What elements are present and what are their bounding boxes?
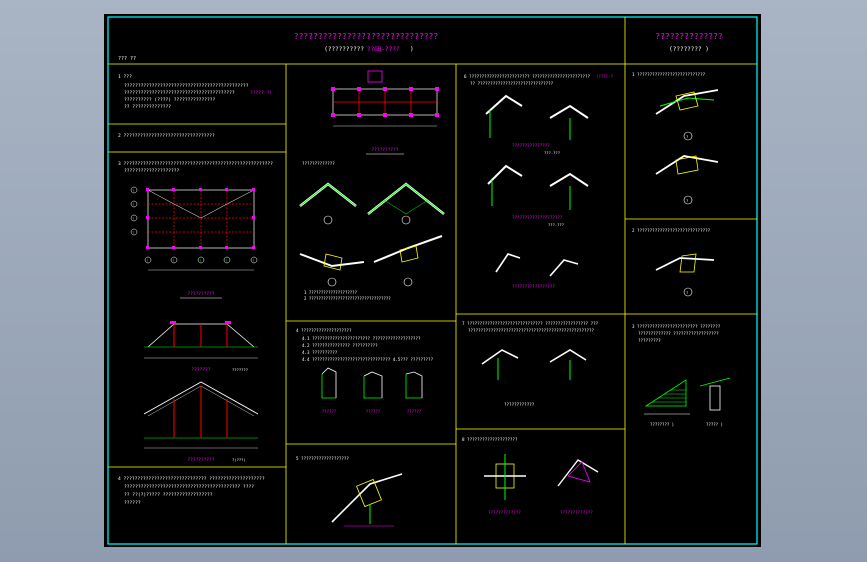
s1-line-2: ?????????? (????) ???????????????	[124, 97, 216, 103]
sheet-subtitle-left: (??????????	[324, 46, 364, 53]
left-elevation-1: ??????? ???????	[144, 321, 258, 373]
col2-s5-header: 5 ???????????????????	[296, 456, 349, 461]
s4-line-0: 4 ?????????????????????????????? ???????…	[118, 476, 265, 482]
col4-s1-details	[655, 89, 719, 205]
left-elev2-caption: ??????????	[187, 457, 214, 463]
drawing-sheet[interactable]: ?????????????????????????????? (????????…	[104, 14, 761, 547]
s1-mark: ?????-?)	[250, 90, 272, 96]
col3-s7-sub: ????????????????????????????????????????…	[468, 328, 595, 333]
drawing-canvas: ?????????????????????????????? (????????…	[107, 16, 758, 545]
col2-note-0: 1 ????????????????????	[304, 290, 358, 295]
col3-caption-3: ?????????????????	[512, 284, 555, 289]
col4-caption-2: ????? )	[706, 422, 723, 427]
sheet-tag: ??? ??	[118, 56, 136, 62]
col2-mid-text: ?????????????	[302, 161, 335, 166]
col4-s3-line-1: ????????????? ??????????????????	[638, 331, 719, 336]
left-elev1-caption: ???????	[192, 367, 211, 373]
s2-text: 2 ?????????????????????????????????	[118, 133, 215, 139]
col3-s8-details	[484, 454, 599, 500]
col4-label-0: ?	[686, 134, 688, 139]
right-header-title: ??????????????	[655, 32, 723, 41]
col2-s4-line-0: 4.1 ??????????????????????? ????????????…	[302, 336, 421, 341]
s3-line-1: ????????????????????	[124, 168, 180, 174]
plan-row-label-2: ?	[132, 216, 134, 221]
plan-col-label-2: ?	[199, 258, 201, 263]
col4-s2-detail	[655, 253, 715, 297]
s1-line-3: ?? ??????????????	[124, 104, 171, 110]
col2-detail-caption-0: ??????	[322, 409, 337, 414]
plan-row-label-0: ?	[132, 188, 134, 193]
col3-s6-details	[485, 94, 589, 277]
s4-line-3: ??????	[124, 500, 141, 506]
s1-line-0: ????????????????????????????????????????…	[124, 83, 249, 89]
col2-s4-line-2: 4.3 ??????????	[302, 350, 338, 355]
col3-caption-1: ???????????????	[512, 143, 550, 148]
left-col-text: 1 ??? ??????????????????????????????????…	[118, 74, 273, 506]
left-elevation-2: ?????????? ?(???)	[143, 381, 259, 463]
right-header-sub: (???????? )	[669, 46, 709, 53]
col4-s3-line-2: ?????????	[638, 338, 661, 343]
left-elev1-ratio: ???????	[232, 367, 248, 372]
col4-s3-line-0: 3 ???????????????????????? ????????	[632, 324, 721, 329]
col4-label-1: ?	[686, 198, 688, 203]
plan-col-label-0: ?	[146, 258, 148, 263]
plan-row-label-3: ?	[132, 230, 134, 235]
col4-caption-1: ???????? )	[650, 422, 674, 427]
sheet-title: ??????????????????????????????	[294, 32, 439, 41]
s1-line-1: ????????????????????????????????????????	[124, 90, 235, 96]
col4-label-2: ?	[686, 290, 688, 295]
left-plan-caption: ??????????	[187, 291, 214, 297]
s4-line-2: ?? ??(?)????? ??????????????????	[124, 492, 213, 498]
left-plan-drawing: ? ? ? ? ? ? ? ? ? ??????????	[130, 186, 258, 299]
col3-s7-details	[481, 349, 587, 380]
col2-plan-caption: ??????????	[371, 147, 398, 153]
sheet-subtitle-right: )	[410, 46, 414, 53]
col3-s7-note: ????????????	[504, 402, 535, 407]
col2-detail-caption-1: ??????	[366, 409, 381, 414]
col4-s1-header: 1 ???????????????????????????	[632, 72, 706, 77]
col3-caption-b: ?????????????	[560, 510, 593, 515]
col3-s6-mark: (???)-?	[596, 74, 613, 79]
col4-s2-header: 2 ?????????????????????????????	[632, 228, 711, 233]
cad-viewport[interactable]: ?????????????????????????????? (????????…	[0, 0, 867, 562]
col3-s7-header: 7 ?????????????????????????????? ???????…	[462, 321, 599, 326]
col2-note-1: 2 ??????????????????????????????????	[304, 296, 391, 301]
sheet-border	[107, 16, 758, 545]
col3-s8-header: 8 ????????????????????	[462, 437, 518, 442]
col4-s3-details	[644, 377, 731, 415]
col2-s5-detail	[331, 473, 403, 527]
sheet-subtitle-mid: ??GB-????	[367, 46, 400, 53]
left-elev2-ratio: ?(???)	[232, 457, 246, 462]
col2-s4-header: 4 ????????????????????	[296, 328, 352, 333]
s4-line-1: ????????????????????????????????????????…	[124, 484, 254, 490]
col3-caption-1-mark: ???-???	[544, 150, 560, 155]
plan-col-label-3: ?	[225, 258, 227, 263]
col2-ridge-details: 1 ???????????????????? 2 ???????????????…	[299, 182, 445, 301]
plan-col-label-1: ?	[172, 258, 174, 263]
frame-grid	[108, 17, 757, 544]
col3-caption-2-mark: ???-???	[548, 222, 564, 227]
s1-num: 1 ???	[118, 74, 132, 80]
col2-detail-caption-2: ??????	[407, 409, 422, 414]
col3-s6-header: 6 ???????????????????????? ?????????????…	[464, 74, 591, 79]
plan-row-label-1: ?	[132, 202, 134, 207]
col3-s6-sub: ?? ??????????????????????????????	[470, 81, 554, 86]
col2-plan-drawing: ?????????? ?????????????	[302, 70, 439, 166]
col3-caption-a: ?????????????	[488, 510, 521, 515]
s3-line-0: 3 ??????????????????????????????????????…	[118, 161, 273, 167]
col2-s4-line-3: 4.4 ??????????????????????????????? 4.5?…	[302, 357, 434, 362]
plan-col-label-4: ?	[252, 258, 254, 263]
col2-s4-line-1: 4.2 ??????????????? ??????????	[302, 343, 378, 348]
col2-s4-details	[321, 367, 423, 399]
col3-caption-2: ????????????????????	[512, 215, 563, 220]
